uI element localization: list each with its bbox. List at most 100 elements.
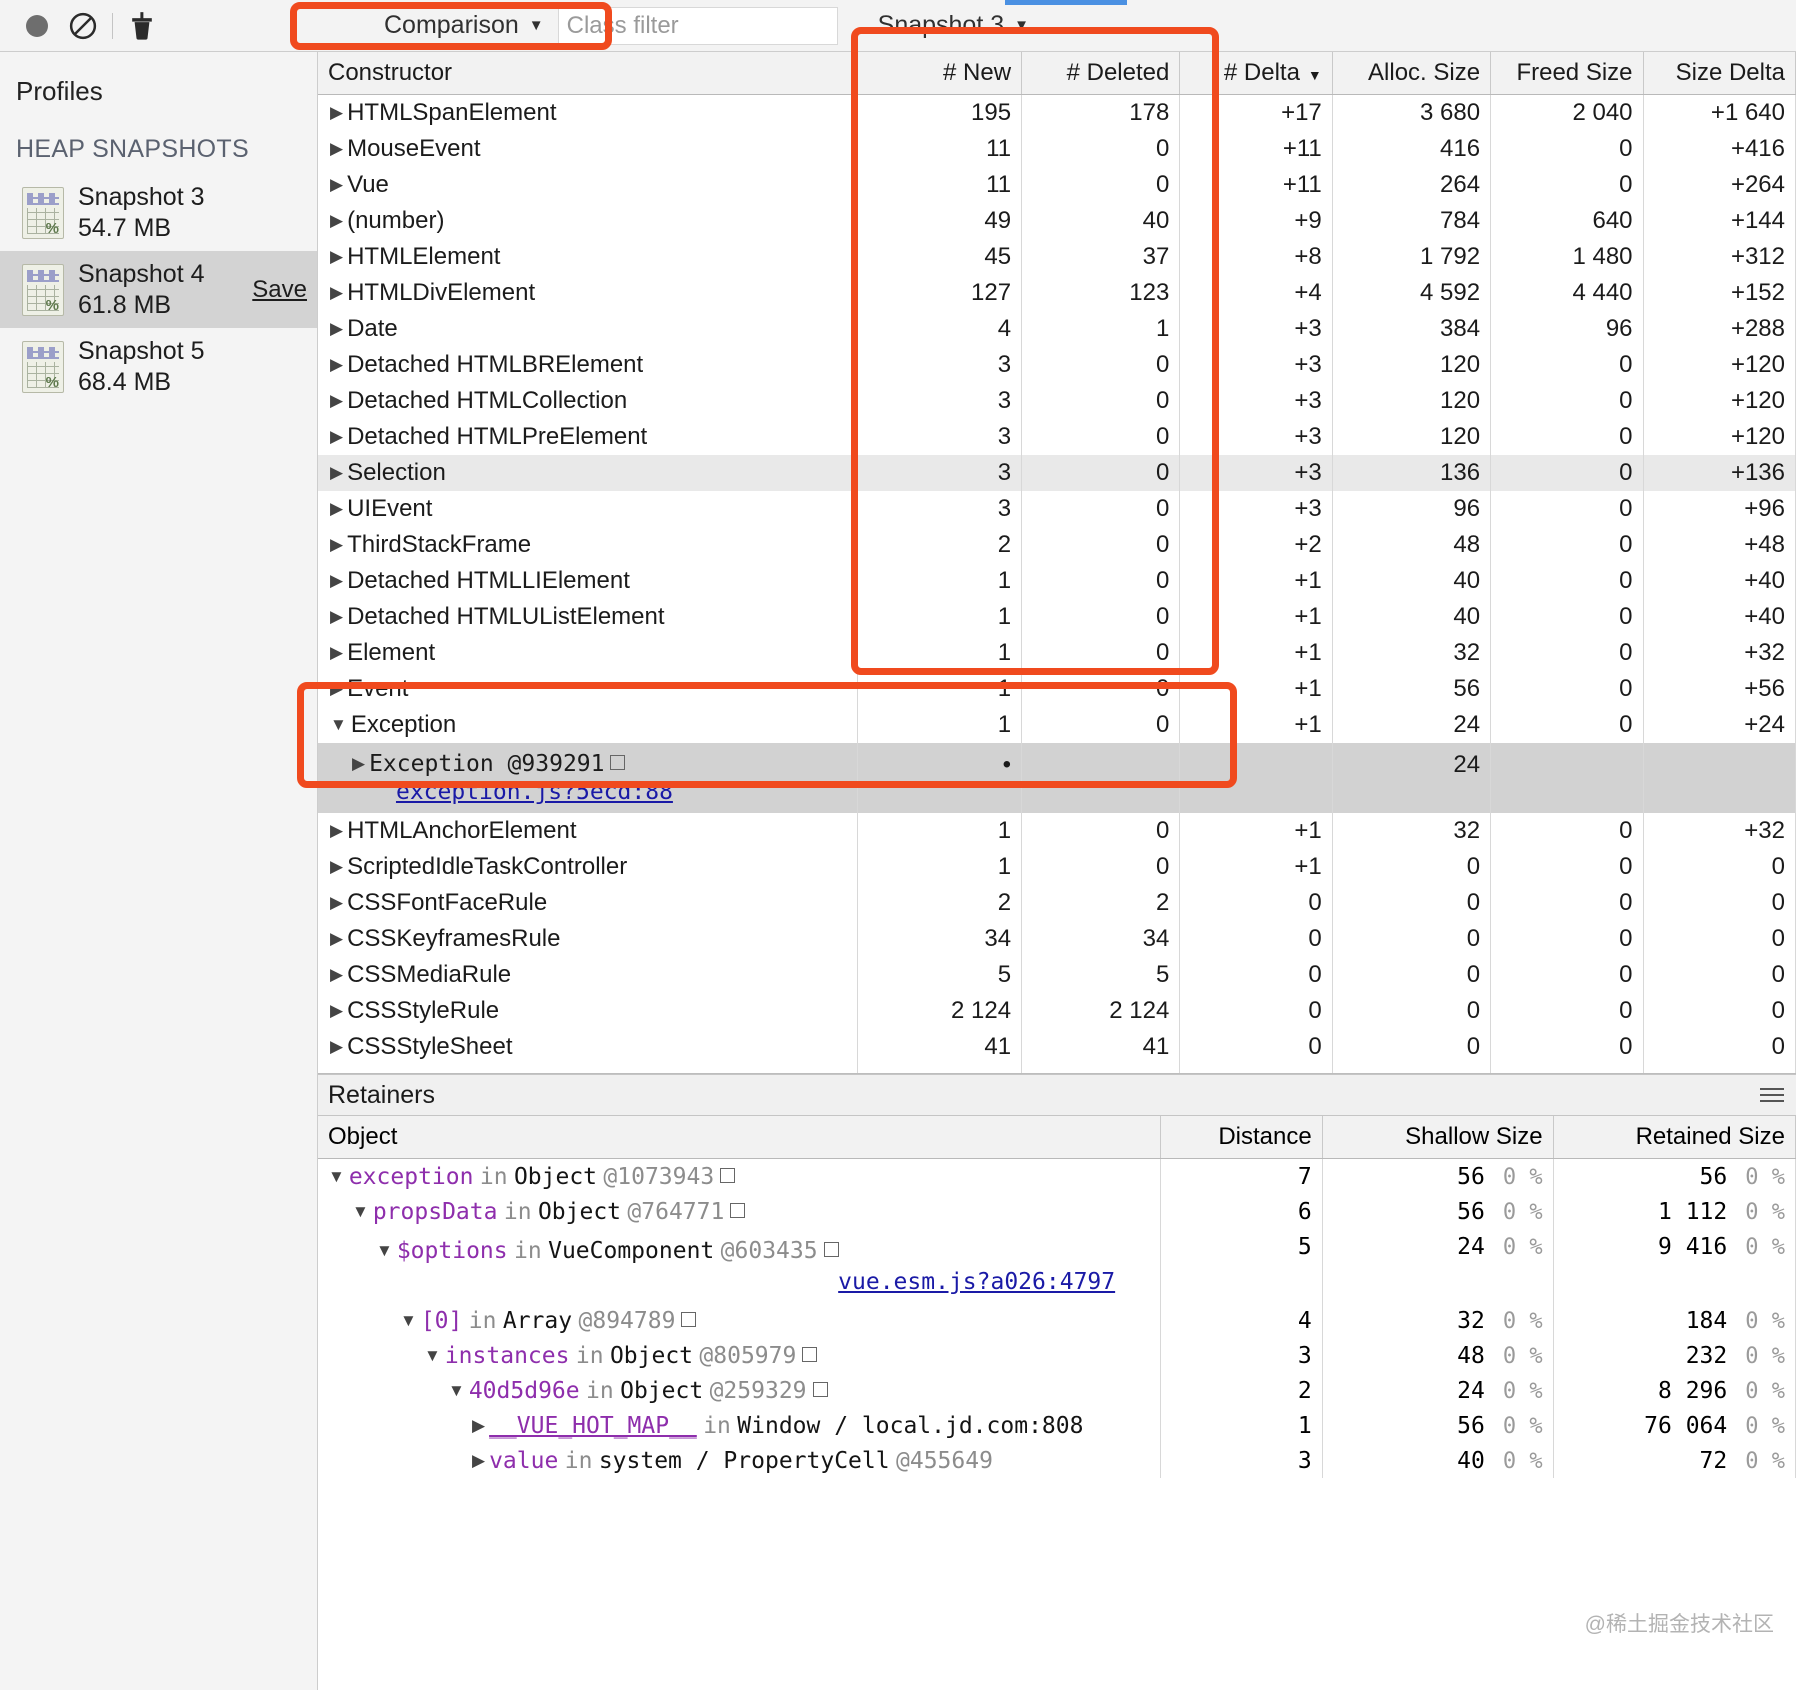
expander-icon[interactable]: ▼ [352, 1202, 369, 1222]
constructor-cell[interactable]: ▶ CSSStyleRule [318, 993, 858, 1029]
retainer-row[interactable]: ▶ value in system / PropertyCell @455649 3… [318, 1442, 1796, 1478]
expander-icon[interactable]: ▼ [424, 1346, 441, 1366]
constructor-cell[interactable]: ▶ Vue [318, 167, 858, 203]
table-row[interactable]: ▶ ThirdStackFrame 2 0 +2 48 0 +48 [318, 527, 1796, 563]
expander-icon[interactable]: ▶ [330, 857, 343, 877]
expander-icon[interactable]: ▶ [330, 499, 343, 519]
retainer-row[interactable]: ▼ instances in Object @805979 3 48 0 % 232 0 % [318, 1337, 1796, 1373]
save-link[interactable]: Save [252, 276, 307, 304]
constructor-cell[interactable]: ▼ Exception [318, 707, 858, 743]
expander-icon[interactable]: ▼ [448, 1381, 465, 1401]
table-row[interactable]: ▶ Event 1 0 +1 56 0 +56 [318, 671, 1796, 707]
constructor-cell[interactable]: ▶ HTMLAnchorElement [318, 813, 858, 849]
constructor-cell[interactable]: ▶ HTMLElement [318, 239, 858, 275]
constructor-cell[interactable]: ▶ Event [318, 671, 858, 707]
expander-icon[interactable]: ▶ [330, 139, 343, 159]
retainer-row[interactable]: ▼ 40d5d96e in Object @259329 2 24 0 % 8 296 0 … [318, 1372, 1796, 1408]
expander-icon[interactable]: ▶ [472, 1416, 485, 1436]
table-row[interactable]: ▶ HTMLDivElement 127 123 +4 4 592 4 440 +152 [318, 275, 1796, 311]
constructor-cell[interactable]: ▶ (number) [318, 203, 858, 239]
expander-icon[interactable]: ▶ [330, 929, 343, 949]
expander-icon[interactable]: ▶ [472, 1451, 485, 1471]
clear-button[interactable] [60, 3, 106, 49]
constructor-cell[interactable]: ▶ Date [318, 311, 858, 347]
col-new[interactable]: # New [857, 52, 1023, 95]
retainer-object-cell[interactable]: ▼ 40d5d96e in Object @259329 [318, 1372, 1162, 1408]
view-mode-select[interactable]: Comparison ▼ [366, 11, 558, 40]
expander-icon[interactable]: ▶ [330, 391, 343, 411]
constructor-cell[interactable]: ▶ HTMLSpanElement [318, 94, 858, 131]
table-row[interactable]: ▶ Detached HTMLBRElement 3 0 +3 120 0 +120 [318, 347, 1796, 383]
col-alloc-size[interactable]: Alloc. Size [1332, 52, 1492, 95]
table-row[interactable]: ▶ CSSStyleRule 2 124 2 124 0 0 0 0 [318, 993, 1796, 1029]
table-row[interactable]: ▶ Detached HTMLCollection 3 0 +3 120 0 +120 [318, 383, 1796, 419]
retainer-object-cell[interactable]: ▼ $options in VueComponent @603435 vue.esm… [318, 1228, 1162, 1303]
constructor-cell[interactable]: ▶ UIEvent [318, 491, 858, 527]
expander-icon[interactable]: ▶ [330, 893, 343, 913]
delete-button[interactable] [119, 3, 165, 49]
expander-icon[interactable]: ▶ [330, 463, 343, 483]
retainer-row[interactable]: ▶ __VUE_HOT_MAP__ in Window / local.jd.co… [318, 1407, 1796, 1443]
table-row[interactable]: ▶ HTMLSpanElement 195 178 +17 3 680 2 040 +1 64… [318, 94, 1796, 131]
table-row[interactable]: ▶ CSSFontFaceRule 2 2 0 0 0 0 [318, 885, 1796, 921]
constructor-cell[interactable]: ▶ Detached HTMLPreElement [318, 419, 858, 455]
retainer-object-cell[interactable]: ▼ propsData in Object @764771 [318, 1193, 1162, 1229]
retainer-row[interactable]: ▼ [0] in Array @894789 4 32 0 % 184 0 % [318, 1302, 1796, 1338]
table-row[interactable]: ▶ Selection 3 0 +3 136 0 +136 [318, 455, 1796, 491]
table-row[interactable]: ▶Comment464601 8401 8400 [318, 1065, 1796, 1073]
constructor-cell[interactable]: ▶ Detached HTMLCollection [318, 383, 858, 419]
expander-icon[interactable]: ▶ [330, 821, 343, 841]
col-object[interactable]: Object [318, 1116, 1162, 1159]
expander-icon[interactable]: ▶ [330, 965, 343, 985]
constructor-cell[interactable]: ▶ CSSKeyframesRule [318, 921, 858, 957]
table-row[interactable]: ▶ Detached HTMLPreElement 3 0 +3 120 0 +120 [318, 419, 1796, 455]
expander-icon[interactable]: ▶ [330, 427, 343, 447]
constructor-cell[interactable]: ▶ Detached HTMLUListElement [318, 599, 858, 635]
expander-icon[interactable]: ▶ [330, 535, 343, 555]
constructor-cell[interactable]: ▶ Detached HTMLBRElement [318, 347, 858, 383]
col-retained-size[interactable]: Retained Size [1553, 1116, 1796, 1159]
sidebar-item-snapshot-3[interactable]: Snapshot 3 54.7 MB [0, 174, 317, 251]
retainer-row[interactable]: ▼ exception in Object @1073943 7 56 0 % 56 0 % [318, 1158, 1796, 1194]
constructor-cell[interactable]: ▶ Detached HTMLLIElement [318, 563, 858, 599]
expander-icon[interactable]: ▶ [330, 247, 343, 267]
col-distance[interactable]: Distance [1160, 1116, 1323, 1159]
constructor-cell[interactable]: ▶ Element [318, 635, 858, 671]
expander-icon[interactable]: ▶ [330, 103, 343, 123]
expander-icon[interactable]: ▶ [330, 1037, 343, 1057]
class-filter-input[interactable]: Class filter [557, 6, 838, 45]
table-row[interactable]: ▶ Detached HTMLUListElement 1 0 +1 40 0 +40 [318, 599, 1796, 635]
retainer-object-cell[interactable]: ▼ exception in Object @1073943 [318, 1158, 1162, 1194]
retainers-menu-icon[interactable] [1760, 1088, 1784, 1102]
retainer-object-cell[interactable]: ▼ instances in Object @805979 [318, 1337, 1162, 1373]
table-row[interactable]: ▶ Detached HTMLLIElement 1 0 +1 40 0 +40 [318, 563, 1796, 599]
snapshot-compare-select[interactable]: Snapshot 3 ▼ [878, 11, 1029, 40]
constructor-cell[interactable]: ▶ Selection [318, 455, 858, 491]
col-delta[interactable]: # Delta ▼ [1179, 52, 1333, 95]
expander-icon[interactable]: ▶ [330, 355, 343, 375]
constructor-cell[interactable]: ▶ CSSMediaRule [318, 957, 858, 993]
expander-icon[interactable]: ▼ [376, 1241, 393, 1261]
table-row[interactable]: ▶ Date 4 1 +3 384 96 +288 [318, 311, 1796, 347]
expander-icon[interactable]: ▼ [400, 1311, 417, 1331]
retainer-row[interactable]: ▼ propsData in Object @764771 6 56 0 % 1 112 0… [318, 1193, 1796, 1229]
expander-icon[interactable]: ▼ [328, 1167, 345, 1187]
retainer-object-cell[interactable]: ▼ [0] in Array @894789 [318, 1302, 1162, 1338]
expander-icon[interactable]: ▶ [330, 319, 343, 339]
sidebar-item-snapshot-4[interactable]: Snapshot 4 61.8 MB Save [0, 251, 317, 328]
expander-icon[interactable]: ▶ [330, 211, 343, 231]
expander-icon[interactable]: ▶ [330, 607, 343, 627]
expander-icon[interactable]: ▶ [330, 175, 343, 195]
table-row[interactable]: ▶ HTMLAnchorElement 1 0 +1 32 0 +32 [318, 813, 1796, 849]
expander-icon[interactable]: ▶ [352, 754, 365, 774]
retainer-object-cell[interactable]: ▶ __VUE_HOT_MAP__ in Window / local.jd.co… [318, 1407, 1162, 1443]
constructor-cell[interactable]: ▶ CSSFontFaceRule [318, 885, 858, 921]
retainer-row[interactable]: ▼ $options in VueComponent @603435 vue.esm… [318, 1228, 1796, 1303]
col-size-delta[interactable]: Size Delta [1643, 52, 1796, 95]
expander-icon[interactable]: ▶ [330, 679, 343, 699]
record-button[interactable] [14, 3, 60, 49]
constructor-cell[interactable]: ▶ CSSStyleSheet [318, 1029, 858, 1065]
table-row[interactable]: ▶ Element 1 0 +1 32 0 +32 [318, 635, 1796, 671]
col-shallow-size[interactable]: Shallow Size [1322, 1116, 1554, 1159]
constructor-cell[interactable]: ▶ HTMLDivElement [318, 275, 858, 311]
